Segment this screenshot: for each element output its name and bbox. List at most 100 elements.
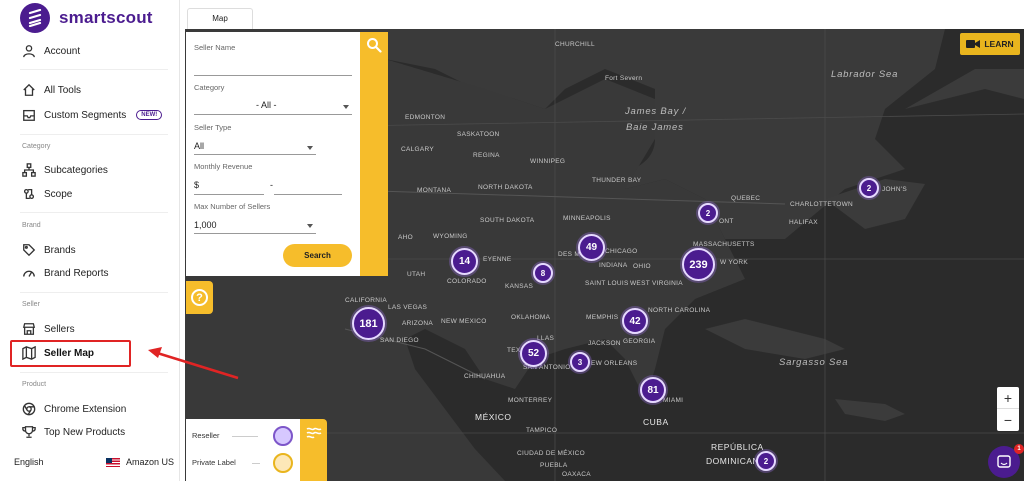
seller-cluster[interactable]: 2 [698,203,718,223]
zoom-in-button[interactable]: + [997,387,1019,409]
map-label: REPÚBLICA [711,442,764,452]
map-label: GEORGIA [623,338,656,345]
max-sellers-label: Max Number of Sellers [194,202,271,211]
marketplace-selector[interactable]: Amazon US [105,457,174,468]
map-label: ARIZONA [402,320,433,327]
max-sellers-select[interactable]: 1,000 [194,220,217,230]
section-brand: Brand [22,222,41,229]
chevron-down-icon [307,146,313,150]
map-label: SOUTH DAKOTA [480,217,535,224]
map-label: CUBA [643,417,669,427]
map-label: COLORADO [447,278,487,285]
search-icon [367,38,382,53]
map-label: KANSAS [505,283,534,290]
sidebar-item-subcategories[interactable]: Subcategories [22,161,108,179]
map-label: CALIFORNIA [345,297,388,304]
marketplace-label: Amazon US [125,457,174,467]
map-label: CHARLOTTETOWN [790,201,854,208]
map-label: NORTH CAROLINA [648,307,711,314]
sidebar-item-sellers[interactable]: Sellers [22,320,75,338]
map-label: WEST VIRGINIA [630,280,683,287]
seller-cluster[interactable]: 239 [682,248,715,281]
filter-toggle-strip[interactable] [360,32,388,276]
map-label: TAMPICO [526,427,558,434]
seller-cluster[interactable]: 49 [578,234,605,261]
map-label: PUEBLA [540,462,568,469]
sidebar-item-chrome-extension[interactable]: Chrome Extension [22,400,126,418]
map-label: CHIHUAHUA [464,373,506,380]
sidebar-item-top-new-products[interactable]: Top New Products [22,423,125,441]
seller-cluster[interactable]: 181 [352,307,385,340]
map-label: CHURCHILL [555,41,595,48]
map-label: MASSACHUSETTS [693,241,755,248]
sidebar-item-brands[interactable]: Brands [22,241,76,259]
gauge-icon [22,266,36,280]
map-label: DOMINICAN [706,456,760,466]
smartscout-logo-icon [20,3,50,33]
divider [20,212,168,213]
map-label: OAXACA [562,471,591,478]
sidebar-item-brand-reports[interactable]: Brand Reports [22,264,108,282]
sidebar-item-all-tools[interactable]: All Tools [22,81,81,99]
category-underline [194,114,352,115]
new-badge: NEW! [136,110,163,120]
legend-line [252,463,260,464]
store-icon [22,322,36,336]
map-label: MÉXICO [475,412,512,422]
map-label: DES M [558,251,581,258]
video-camera-icon [966,40,981,48]
seller-cluster[interactable]: 2 [756,451,776,471]
category-select[interactable]: - All - [256,100,277,110]
user-icon [22,44,36,58]
trophy-icon [22,425,36,439]
reseller-swatch[interactable] [273,426,293,446]
chevron-down-icon [307,224,313,228]
seller-cluster[interactable]: 2 [859,178,879,198]
private-label-swatch[interactable] [273,453,293,473]
revenue-max-input[interactable] [274,194,342,195]
map-label: Labrador Sea [831,69,899,80]
sidebar-item-custom-segments[interactable]: Custom Segments NEW! [22,106,163,124]
sidebar-item-label: Chrome Extension [44,403,127,415]
map-label: CHICAGO [605,248,638,255]
divider [20,372,168,373]
seller-cluster[interactable]: 42 [622,308,648,334]
revenue-min-input[interactable]: $ [194,180,199,190]
sidebar-item-account[interactable]: Account [22,42,80,60]
map-label: MIAMI [663,397,684,404]
legend-private-label: Private Label [192,458,236,467]
map-label: OHIO [633,263,651,270]
learn-button[interactable]: LEARN [960,33,1020,55]
seller-type-select[interactable]: All [194,141,204,151]
brand-name: smartscout [59,8,153,27]
chat-icon [997,455,1011,468]
search-button[interactable]: Search [283,244,352,267]
map-label: EDMONTON [405,114,446,121]
revenue-min-underline [194,194,264,195]
legend-toggle-strip[interactable] [300,419,327,481]
seller-map-highlight [10,340,131,367]
us-flag-icon [105,458,120,468]
seller-cluster[interactable]: 81 [640,377,666,403]
logo[interactable]: smartscout [20,3,153,33]
map-label: MEMPHIS [586,314,619,321]
seller-cluster[interactable]: 3 [570,352,590,372]
map-label: Baie James [626,122,684,133]
sidebar-item-label: All Tools [44,84,82,96]
sidebar-footer: English Amazon US [14,457,174,468]
category-label: Category [194,83,225,92]
map-label: WYOMING [433,233,468,240]
language-selector[interactable]: English [14,457,44,467]
section-category: Category [22,143,51,150]
seller-cluster[interactable]: 14 [451,248,478,275]
help-button[interactable]: ? [186,281,213,314]
home-icon [22,83,36,97]
seller-cluster[interactable]: 8 [533,263,553,283]
zoom-out-button[interactable]: − [997,409,1019,431]
sidebar-item-scope[interactable]: Scope [22,185,72,203]
tab-map[interactable]: Map [187,8,253,29]
section-seller: Seller [22,301,40,308]
map-label: INDIANA [599,262,628,269]
seller-cluster[interactable]: 52 [520,340,547,367]
layers-icon [306,427,322,439]
